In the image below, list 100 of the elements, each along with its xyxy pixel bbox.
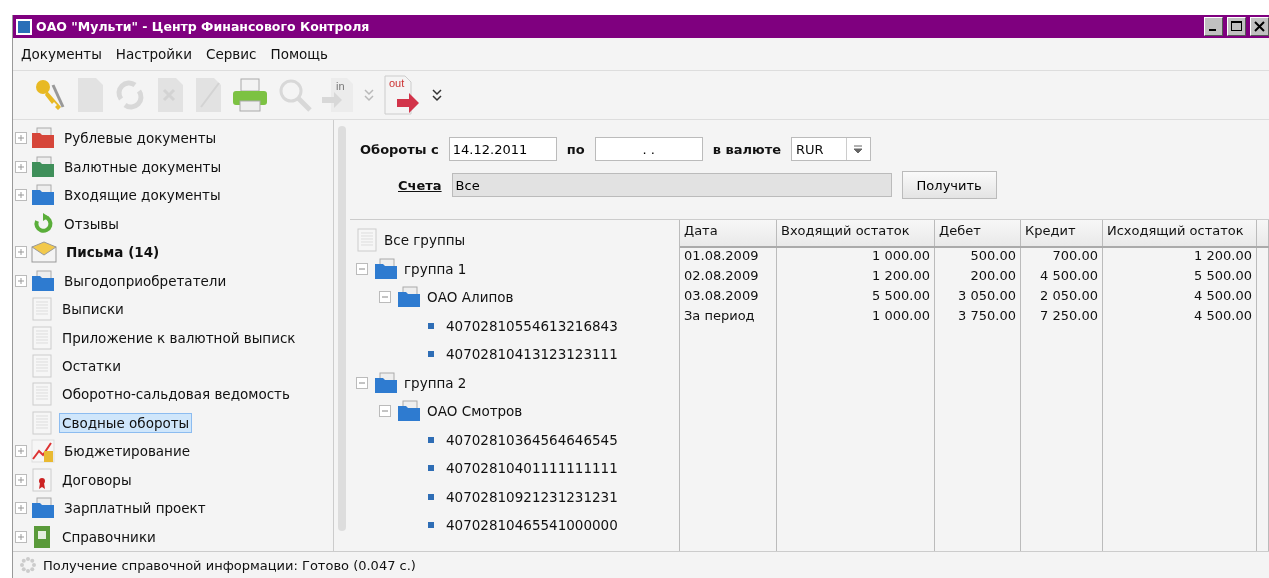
print-button[interactable]: [231, 77, 269, 113]
envelope-icon: [31, 241, 57, 264]
table-cell: 2 050.00: [1021, 288, 1103, 308]
tree-item[interactable]: Все группы: [384, 232, 466, 249]
app-icon: [16, 18, 32, 35]
folder-icon: [31, 127, 55, 150]
expand-icon[interactable]: [15, 274, 27, 287]
sidebar-item[interactable]: Рублевые документы: [61, 128, 220, 149]
sidebar-item[interactable]: Договоры: [59, 469, 135, 490]
sidebar-item[interactable]: Справочники: [59, 526, 159, 547]
keys-button[interactable]: [33, 77, 67, 113]
bullet-icon: [428, 522, 434, 529]
table-cell: 1 200.00: [1103, 248, 1257, 268]
menu-item[interactable]: Документы: [21, 46, 102, 62]
expand-icon[interactable]: [15, 246, 27, 259]
table-cell: 1 000.00: [777, 248, 935, 268]
bullet-icon: [428, 493, 434, 500]
sidebar-item[interactable]: Приложение к валютной выписк: [59, 327, 299, 348]
table-cell: 1 000.00: [777, 308, 935, 328]
document-icon: [31, 382, 53, 407]
collapse-icon[interactable]: [356, 376, 368, 389]
column-header[interactable]: Исходящий остаток: [1103, 220, 1257, 246]
document-icon: [31, 354, 53, 378]
table-cell: 4 500.00: [1103, 308, 1257, 328]
from-label: Обороты с: [360, 141, 439, 157]
menu-item[interactable]: Настройки: [115, 46, 193, 62]
folder-icon: [374, 257, 398, 280]
table-cell: 7 250.00: [1021, 308, 1103, 328]
tree-item[interactable]: 40702810413123123111: [446, 346, 618, 363]
status-text: Получение справочной информации: Готово (0.047 с.): [43, 557, 416, 573]
window-title: ОАО "Мульти" - Центр Финансового Контроля: [36, 19, 371, 34]
expand-icon[interactable]: [15, 530, 27, 543]
sidebar-item[interactable]: Отзывы: [61, 213, 122, 234]
table-cell: 01.08.2009: [680, 248, 777, 268]
maximize-button[interactable]: [1227, 17, 1246, 36]
collapse-icon[interactable]: [379, 405, 391, 418]
tree-item[interactable]: группа 2: [404, 374, 467, 391]
expand-icon[interactable]: [15, 189, 27, 202]
sidebar-item[interactable]: Остатки: [59, 356, 124, 376]
menu-item[interactable]: Помощь: [270, 46, 329, 62]
currency-value: RUR: [795, 141, 825, 157]
sidebar-item[interactable]: Бюджетирование: [61, 441, 194, 462]
tree-item[interactable]: 40702810401111111111: [446, 460, 618, 477]
sidebar-item[interactable]: Оборотно-сальдовая ведомость: [59, 384, 293, 405]
expand-icon[interactable]: [15, 502, 27, 515]
to-date-field[interactable]: . .: [594, 137, 703, 161]
bullet-icon: [428, 465, 434, 472]
sidebar-item[interactable]: Выписки: [59, 299, 127, 320]
folder-icon: [374, 371, 398, 394]
sidebar-item[interactable]: Зарплатный проект: [61, 498, 209, 519]
book-icon: [31, 524, 53, 549]
column-header[interactable]: Кредит: [1021, 220, 1103, 246]
expand-icon[interactable]: [15, 160, 27, 173]
tree-item[interactable]: ОАО Алипов: [427, 289, 514, 306]
document-icon: [356, 228, 378, 253]
folder-icon: [31, 269, 55, 292]
expand-icon[interactable]: [15, 132, 27, 145]
column-header[interactable]: Входящий остаток: [777, 220, 935, 246]
expand-icon[interactable]: [15, 445, 27, 458]
table-cell: 02.08.2009: [680, 268, 777, 288]
sidebar-item[interactable]: Сводные обороты: [59, 412, 193, 433]
tree-item[interactable]: ОАО Смотров: [427, 403, 523, 420]
minimize-button[interactable]: [1204, 17, 1223, 36]
accounts-link[interactable]: Счета: [398, 177, 442, 193]
table-cell: 3 050.00: [935, 288, 1021, 308]
document-ribbon-icon: [31, 467, 53, 492]
tree-item[interactable]: 40702810465541000000: [446, 517, 618, 534]
folder-icon: [31, 497, 55, 520]
sidebar-item[interactable]: Валютные документы: [61, 156, 225, 177]
tree-item[interactable]: группа 1: [404, 260, 467, 277]
to-label: по: [566, 141, 585, 157]
table-cell: 03.08.2009: [680, 288, 777, 308]
from-date-field[interactable]: 14.12.2011: [448, 137, 557, 161]
more-button[interactable]: [431, 88, 443, 102]
table-cell: 200.00: [935, 268, 1021, 288]
tree-item[interactable]: 40702810921231231231: [446, 488, 618, 505]
collapse-icon[interactable]: [379, 291, 391, 304]
collapse-icon[interactable]: [356, 262, 368, 275]
tree-item[interactable]: 40702810554613216843: [446, 317, 618, 334]
expand-icon[interactable]: [15, 473, 27, 486]
sidebar-item[interactable]: Входящие документы: [61, 185, 224, 206]
document-icon: [31, 325, 53, 350]
get-button[interactable]: Получить: [901, 171, 997, 199]
sidebar-item[interactable]: Письма (14): [63, 242, 163, 263]
currency-dropdown[interactable]: RUR: [791, 137, 871, 161]
table-cell: 3 750.00: [935, 308, 1021, 328]
table-cell: 4 500.00: [1021, 268, 1103, 288]
circular-arrow-icon: [31, 212, 55, 235]
table-cell: 1 200.00: [777, 268, 935, 288]
close-button[interactable]: [1250, 17, 1269, 36]
table-cell: За период: [680, 308, 777, 328]
sidebar-item[interactable]: Выгодоприобретатели: [61, 270, 230, 291]
document-icon: [31, 297, 53, 322]
accounts-field[interactable]: Все: [451, 173, 892, 197]
column-header[interactable]: Дата: [680, 220, 777, 246]
menu-item[interactable]: Сервис: [206, 46, 257, 62]
tree-item[interactable]: 40702810364564646545: [446, 431, 618, 448]
column-header[interactable]: Дебет: [935, 220, 1021, 246]
table-cell: 4 500.00: [1103, 288, 1257, 308]
bullet-icon: [428, 322, 434, 329]
